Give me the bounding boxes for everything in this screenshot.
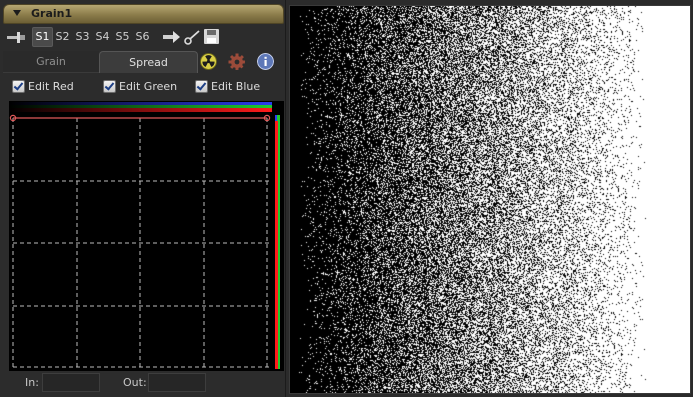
tool-title: Grain1 bbox=[31, 7, 73, 20]
in-label: In: bbox=[25, 376, 39, 389]
save-icon[interactable] bbox=[203, 28, 221, 46]
channel-gradient-bar bbox=[9, 102, 272, 112]
toolbar: S1 S2 S3 S4 S5 S6 bbox=[3, 26, 282, 48]
out-label: Out: bbox=[123, 376, 147, 389]
slot-s6-button[interactable]: S6 bbox=[133, 27, 152, 47]
collapse-arrow-icon[interactable] bbox=[13, 10, 21, 16]
gear-icon[interactable] bbox=[228, 53, 245, 70]
tab-bar: Grain Spread bbox=[3, 51, 282, 73]
info-icon[interactable] bbox=[257, 53, 274, 70]
slot-s4-button[interactable]: S4 bbox=[93, 27, 112, 47]
link-icon[interactable] bbox=[183, 28, 203, 46]
grain-preview-image bbox=[290, 6, 690, 393]
slot-s1-button[interactable]: S1 bbox=[32, 27, 53, 47]
edit-green-label: Edit Green bbox=[119, 80, 178, 93]
tool-panel: Grain1 S1 S2 S3 S4 S5 S6 Grain Spread Ed… bbox=[0, 0, 286, 397]
edit-blue-checkbox[interactable] bbox=[195, 80, 208, 93]
edit-green-checkbox[interactable] bbox=[103, 80, 116, 93]
edit-red-label: Edit Red bbox=[28, 80, 74, 93]
in-out-fields: In: Out: bbox=[0, 372, 285, 394]
pin-icon[interactable] bbox=[5, 28, 27, 46]
slot-s5-button[interactable]: S5 bbox=[113, 27, 132, 47]
curve-editor-background bbox=[9, 101, 284, 371]
channel-side-bars bbox=[275, 115, 280, 369]
slot-s2-button[interactable]: S2 bbox=[53, 27, 72, 47]
out-field[interactable] bbox=[148, 373, 206, 392]
image-viewer[interactable] bbox=[289, 5, 691, 394]
in-field[interactable] bbox=[42, 373, 100, 392]
slot-s3-button[interactable]: S3 bbox=[73, 27, 92, 47]
channel-checkboxes: Edit Red Edit Green Edit Blue bbox=[3, 78, 282, 98]
tab-grain[interactable]: Grain bbox=[3, 51, 99, 73]
radiation-icon[interactable] bbox=[200, 53, 217, 70]
right-arrow-icon[interactable] bbox=[162, 28, 182, 46]
tab-spread[interactable]: Spread bbox=[99, 51, 198, 73]
tool-header[interactable]: Grain1 bbox=[3, 4, 284, 24]
edit-blue-label: Edit Blue bbox=[211, 80, 261, 93]
edit-red-checkbox[interactable] bbox=[12, 80, 25, 93]
curve-editor[interactable] bbox=[9, 101, 284, 371]
